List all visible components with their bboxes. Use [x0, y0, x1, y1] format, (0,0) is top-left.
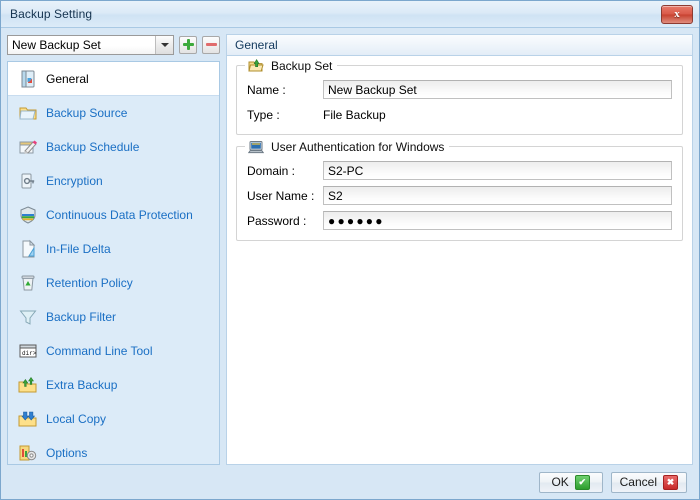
key-icon	[18, 171, 38, 191]
cancel-button-label: Cancel	[619, 475, 657, 489]
add-backup-set-button[interactable]	[179, 35, 197, 54]
sidebar-item-backup-schedule[interactable]: Backup Schedule	[8, 130, 219, 164]
sidebar-item-label: Command Line Tool	[46, 343, 153, 358]
check-icon: ✔	[574, 474, 590, 490]
sidebar-item-local-copy[interactable]: Local Copy	[8, 402, 219, 436]
remove-backup-set-button[interactable]	[202, 35, 220, 54]
backup-set-name-label: Name :	[247, 82, 286, 97]
backup-set-name-input[interactable]: New Backup Set	[323, 80, 672, 99]
password-label: Password :	[247, 213, 307, 228]
sidebar-item-label: Extra Backup	[46, 377, 118, 392]
user-authentication-group: User Authentication for Windows Domain :…	[236, 138, 683, 241]
backup-set-selector-row: New Backup Set	[7, 34, 220, 56]
username-input[interactable]: S2	[323, 186, 672, 205]
backup-set-type-row: Type : File Backup	[247, 104, 672, 125]
sidebar-item-extra-backup[interactable]: Extra Backup	[8, 368, 219, 402]
close-window-button[interactable]: x	[661, 5, 693, 24]
ok-button-label: OK	[551, 475, 569, 489]
schedule-icon	[18, 137, 38, 157]
sidebar-item-label: General	[46, 71, 89, 86]
backup-set-type-label: Type :	[247, 107, 280, 122]
settings-sidebar: General Backup Source Backup Schedule En…	[7, 60, 220, 465]
sidebar-item-general[interactable]: General	[8, 61, 219, 96]
options-icon	[18, 443, 38, 463]
delta-icon	[18, 239, 38, 259]
password-value: ●●●●●●	[328, 213, 385, 228]
panel-header: General	[226, 34, 693, 55]
extra-backup-icon	[18, 375, 38, 395]
sidebar-item-continuous-data-protection[interactable]: Continuous Data Protection	[8, 198, 219, 232]
open-folder-up-icon	[248, 59, 264, 72]
backup-set-type-value: File Backup	[323, 107, 386, 122]
sidebar-item-label: Continuous Data Protection	[46, 207, 193, 222]
sidebar-item-label: Local Copy	[46, 411, 107, 426]
dialog-footer: OK ✔ Cancel ✖	[1, 465, 699, 499]
backup-set-dropdown[interactable]: New Backup Set	[7, 34, 174, 55]
sidebar-item-label: Options	[46, 445, 88, 460]
svg-text:dir>: dir>	[22, 350, 37, 357]
domain-input[interactable]: S2-PC	[323, 161, 672, 180]
funnel-icon	[18, 307, 38, 327]
password-row: Password : ●●●●●●	[247, 210, 672, 231]
left-column: New Backup Set General Backup Source Bac…	[7, 34, 220, 465]
ok-button[interactable]: OK ✔	[538, 471, 603, 493]
title-bar: Backup Setting x	[1, 1, 699, 28]
sidebar-item-label: In-File Delta	[46, 241, 111, 256]
sidebar-item-encryption[interactable]: Encryption	[8, 164, 219, 198]
domain-label: Domain :	[247, 163, 296, 178]
folder-icon	[18, 103, 38, 123]
domain-row: Domain : S2-PC	[247, 160, 672, 181]
cross-icon: ✖	[663, 474, 678, 490]
password-input[interactable]: ●●●●●●	[323, 211, 672, 230]
sidebar-item-label: Backup Source	[46, 105, 128, 120]
shield-icon	[18, 205, 38, 225]
username-label: User Name :	[247, 188, 315, 203]
chevron-down-icon	[155, 35, 173, 54]
backup-set-name-row: Name : New Backup Set	[247, 79, 672, 100]
right-column: General Backup Set Name : New Backup Set…	[226, 34, 693, 465]
username-value: S2	[328, 188, 343, 203]
sidebar-item-label: Backup Schedule	[46, 139, 140, 154]
backup-set-dropdown-value: New Backup Set	[12, 37, 101, 52]
computer-icon	[248, 141, 264, 154]
sidebar-item-label: Encryption	[46, 173, 103, 188]
recycle-bin-icon	[18, 273, 38, 293]
sidebar-item-retention-policy[interactable]: Retention Policy	[8, 266, 219, 300]
sidebar-item-backup-filter[interactable]: Backup Filter	[8, 300, 219, 334]
sidebar-item-in-file-delta[interactable]: In-File Delta	[8, 232, 219, 266]
general-icon	[18, 69, 38, 89]
sidebar-item-command-line-tool[interactable]: dir> Command Line Tool	[8, 334, 219, 368]
local-copy-icon	[18, 409, 38, 429]
group-title-label: User Authentication for Windows	[271, 140, 445, 154]
backup-set-group: Backup Set Name : New Backup Set Type : …	[236, 57, 683, 135]
backup-set-group-title: Backup Set	[245, 57, 338, 75]
sidebar-item-options[interactable]: Options	[8, 436, 219, 464]
panel-title: General	[235, 38, 278, 52]
user-authentication-group-title: User Authentication for Windows	[245, 138, 450, 156]
sidebar-item-label: Retention Policy	[46, 275, 133, 290]
cancel-button[interactable]: Cancel ✖	[610, 471, 687, 493]
console-icon: dir>	[18, 341, 38, 361]
minus-icon	[205, 39, 217, 50]
domain-value: S2-PC	[328, 163, 364, 178]
dialog-body: New Backup Set General Backup Source Bac…	[1, 28, 699, 465]
sidebar-item-backup-source[interactable]: Backup Source	[8, 96, 219, 130]
group-title-label: Backup Set	[271, 59, 333, 73]
sidebar-item-label: Backup Filter	[46, 309, 117, 324]
close-icon: x	[674, 8, 680, 20]
backup-setting-dialog: Backup Setting x New Backup Set General …	[0, 0, 700, 500]
window-title: Backup Setting	[10, 7, 93, 21]
plus-icon	[182, 39, 194, 51]
backup-set-name-value: New Backup Set	[328, 82, 417, 97]
panel-body: Backup Set Name : New Backup Set Type : …	[226, 55, 693, 465]
username-row: User Name : S2	[247, 185, 672, 206]
